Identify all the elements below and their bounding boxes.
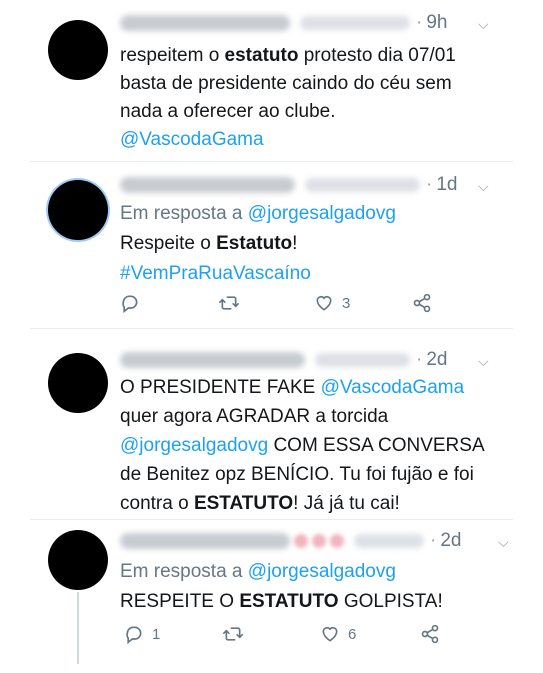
- chevron-down-icon[interactable]: ⌵: [478, 178, 489, 195]
- separator-dot: ·: [416, 349, 423, 370]
- separator-dot: ·: [430, 530, 437, 551]
- tweet-3[interactable]: · 2d ⌵ O PRESIDENTE FAKE @VascodaGama qu…: [0, 329, 543, 519]
- author-handle-redacted: [305, 178, 420, 192]
- avatar[interactable]: [48, 20, 108, 80]
- like-count: 6: [348, 625, 357, 643]
- tweet-4[interactable]: · 2d ⌵ Em resposta a @jorgesalgadovg RES…: [0, 520, 543, 673]
- retweet-icon: [218, 296, 239, 310]
- emoji-redacted: [330, 534, 344, 548]
- mention-link[interactable]: @VascodaGama: [321, 377, 465, 398]
- like-button[interactable]: 6: [320, 624, 356, 644]
- like-count: 3: [342, 294, 351, 312]
- thread-line: [77, 592, 79, 664]
- tweet-text: Em resposta a @jorgesalgadovg Respeite o…: [120, 203, 396, 284]
- separator-dot: ·: [416, 12, 423, 33]
- reply-button[interactable]: [120, 293, 140, 313]
- avatar[interactable]: [48, 530, 108, 590]
- share-icon: [421, 624, 439, 644]
- hashtag-link[interactable]: #VemPraRuaVascaíno: [120, 263, 311, 284]
- retweet-button[interactable]: [218, 293, 240, 313]
- chevron-down-icon[interactable]: ⌵: [478, 353, 489, 370]
- emoji-redacted: [312, 534, 326, 548]
- chevron-down-icon[interactable]: ⌵: [478, 16, 489, 33]
- share-button[interactable]: [412, 293, 432, 313]
- tweet-header: · 2d: [120, 349, 447, 371]
- tweet-text: Em resposta a @jorgesalgadovg RESPEITE O…: [120, 561, 443, 612]
- reply-to-mention[interactable]: @jorgesalgadovg: [248, 561, 396, 582]
- tweet-header: · 1d: [120, 174, 457, 196]
- mention-link[interactable]: @jorgesalgadovg: [120, 435, 268, 456]
- timestamp[interactable]: 2d: [426, 349, 447, 371]
- reply-to-mention[interactable]: @jorgesalgadovg: [248, 203, 396, 224]
- reply-count: 1: [152, 625, 161, 643]
- author-handle-redacted: [300, 16, 410, 30]
- retweet-icon: [222, 627, 243, 641]
- tweet-actions: 3: [120, 293, 440, 317]
- tweet-text: respeitem o estatuto protesto dia 07/01 …: [120, 45, 456, 150]
- chevron-down-icon[interactable]: ⌵: [498, 534, 509, 551]
- separator-dot: ·: [426, 174, 433, 195]
- tweet-header: · 2d: [120, 530, 461, 552]
- author-name-redacted[interactable]: [120, 352, 305, 368]
- author-handle-redacted: [315, 353, 410, 367]
- tweet-1[interactable]: · 9h ⌵ respeitem o estatuto protesto dia…: [0, 0, 543, 160]
- author-name-redacted[interactable]: [120, 15, 290, 31]
- reply-button[interactable]: 1: [124, 624, 160, 644]
- like-button[interactable]: 3: [314, 293, 350, 313]
- reply-label: Em resposta a: [120, 561, 243, 582]
- tweet-2[interactable]: · 1d ⌵ Em resposta a @jorgesalgadovg Res…: [0, 162, 543, 327]
- author-handle-redacted: [354, 534, 424, 548]
- emoji-redacted: [294, 534, 308, 548]
- author-name-redacted[interactable]: [120, 177, 295, 193]
- timestamp[interactable]: 9h: [426, 12, 447, 34]
- share-icon: [413, 293, 431, 313]
- share-button[interactable]: [420, 624, 440, 644]
- retweet-button[interactable]: [222, 624, 244, 644]
- timestamp[interactable]: 1d: [436, 174, 457, 196]
- avatar[interactable]: [48, 353, 108, 413]
- tweet-actions: 1 6: [124, 624, 444, 648]
- reply-label: Em resposta a: [120, 203, 243, 224]
- heart-icon: [322, 626, 338, 642]
- heart-icon: [316, 295, 332, 311]
- avatar[interactable]: [48, 180, 108, 240]
- tweet-text: O PRESIDENTE FAKE @VascodaGama quer agor…: [120, 377, 485, 514]
- reply-icon: [122, 295, 138, 313]
- tweet-header: · 9h: [120, 12, 447, 34]
- timestamp[interactable]: 2d: [440, 530, 461, 552]
- author-name-redacted[interactable]: [120, 533, 290, 549]
- mention-link[interactable]: @VascodaGama: [120, 129, 264, 150]
- reply-icon: [126, 626, 142, 644]
